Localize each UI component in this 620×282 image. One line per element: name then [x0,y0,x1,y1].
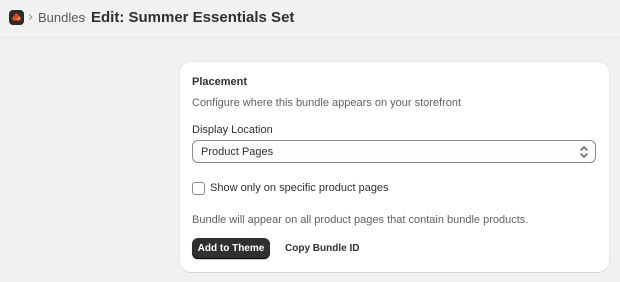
top-bar: › Bundles › Edit: Summer Essentials Set [0,0,620,38]
breadcrumb-bundles-link[interactable]: Bundles [38,10,85,26]
select-chevrons-icon [580,146,588,158]
add-to-theme-button[interactable]: Add to Theme [192,238,270,259]
specific-pages-checkbox[interactable] [192,181,205,195]
specific-pages-checkbox-label[interactable]: Show only on specific product pages [210,181,389,195]
card-description: Configure where this bundle appears on y… [192,97,462,109]
breadcrumb-separator: › [81,10,87,25]
app-logo-icon[interactable] [9,10,24,25]
placement-info-text: Bundle will appear on all product pages … [192,214,529,226]
card-title: Placement [192,76,248,88]
page-title: Edit: Summer Essentials Set [91,9,295,26]
display-location-value: Product Pages [201,145,274,158]
bundle-logo-glyph-icon [12,13,21,21]
copy-bundle-id-button[interactable]: Copy Bundle ID [278,238,366,259]
display-location-select[interactable]: Product Pages [192,140,596,163]
specific-pages-checkbox-row[interactable]: Show only on specific product pages [192,181,389,195]
breadcrumb-separator: › [28,10,34,25]
display-location-label: Display Location [192,124,273,136]
placement-card: Placement Configure where this bundle ap… [180,62,609,272]
